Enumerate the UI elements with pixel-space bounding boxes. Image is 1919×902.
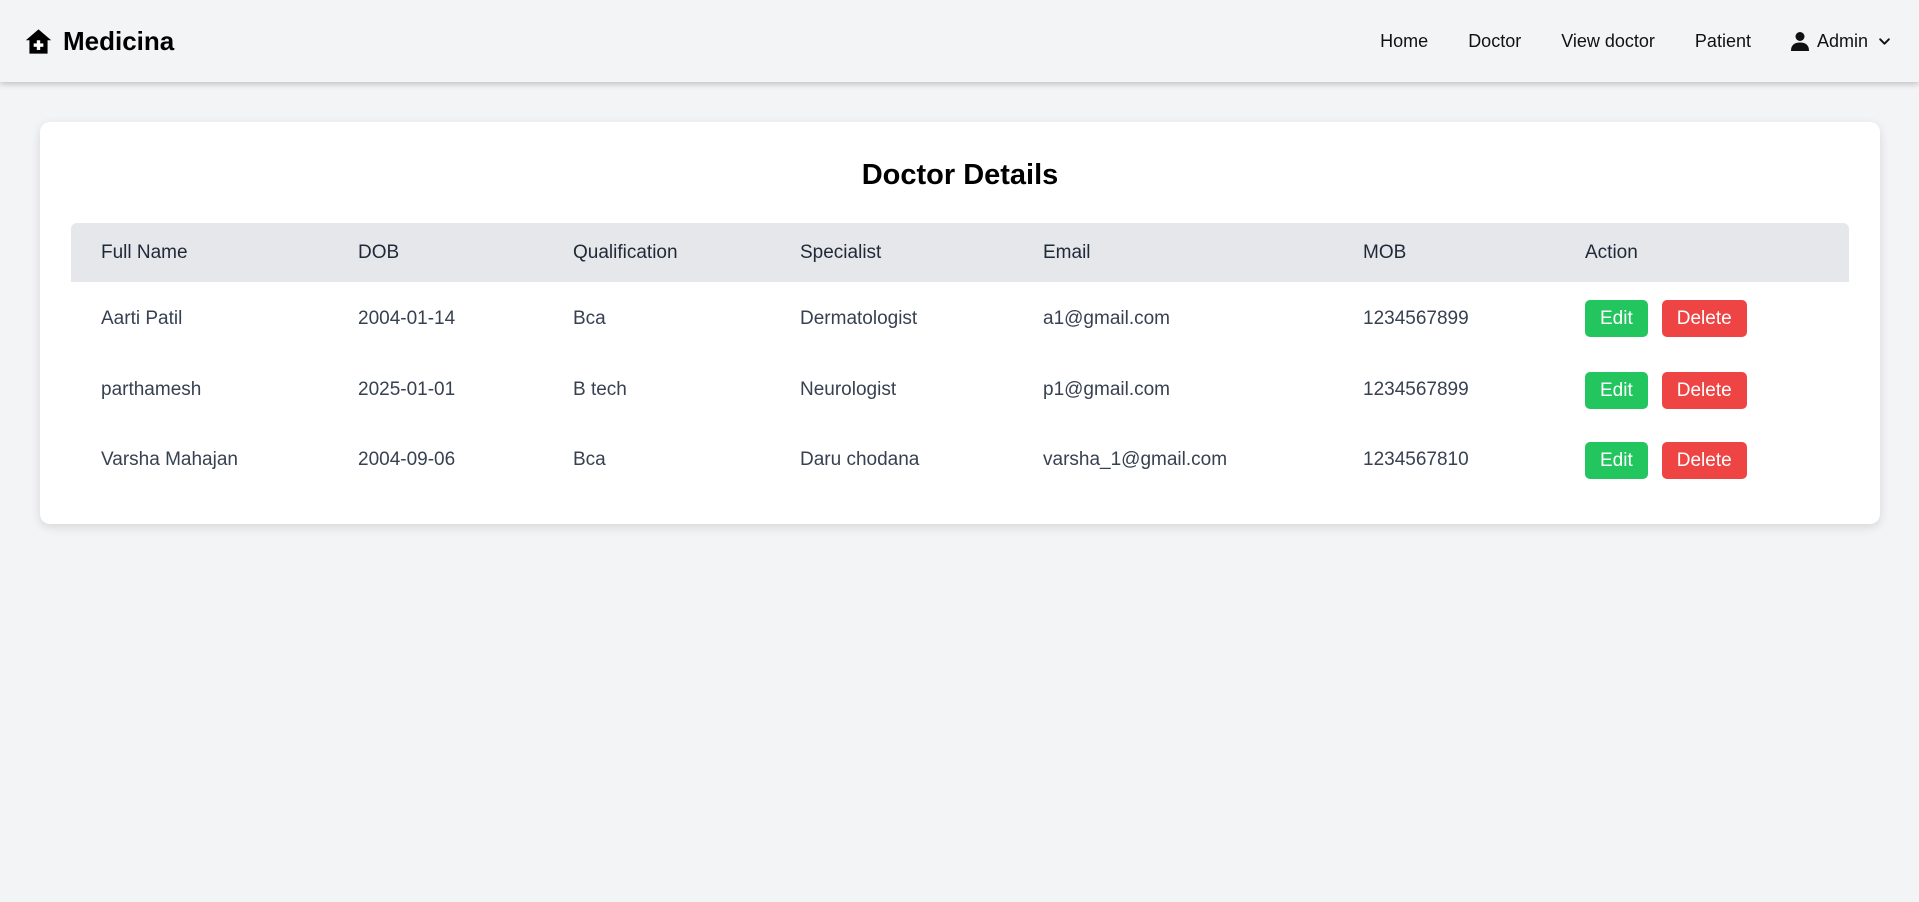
cell-mob: 1234567810 (1363, 449, 1469, 470)
column-header: Qualification (573, 241, 678, 263)
cell-dob: 2004-09-06 (358, 449, 456, 470)
cell-dob: 2025-01-01 (358, 379, 456, 400)
nav-view-doctor-link[interactable]: View doctor (1561, 31, 1655, 52)
column-header: Action (1585, 241, 1638, 263)
table-row: Aarti Patil 2004-01-14 Bca Dermatologist… (71, 282, 1849, 355)
cell-email: a1@gmail.com (1043, 307, 1170, 329)
nav-home-link[interactable]: Home (1380, 31, 1428, 52)
cell-actions: Edit Delete (1555, 355, 1849, 425)
cell-full-name: parthamesh (101, 379, 202, 400)
admin-label: Admin (1816, 30, 1868, 51)
nav-doctor-link[interactable]: Doctor (1468, 31, 1521, 52)
nav-links: Home Doctor View doctor Patient Admin (1380, 31, 1891, 52)
chevron-down-icon (1878, 35, 1891, 48)
column-header: DOB (358, 241, 400, 263)
cell-mob: 1234567899 (1363, 307, 1469, 329)
brand-name: Medicina (63, 25, 175, 56)
column-header: Full Name (101, 241, 188, 263)
cell-mob: 1234567899 (1363, 379, 1469, 400)
page-title: Doctor Details (861, 159, 1059, 191)
cell-specialist: Neurologist (800, 379, 897, 400)
doctor-table: Full Name DOB Qualification Specialist E… (71, 223, 1849, 495)
column-header: MOB (1363, 241, 1407, 263)
doctor-details-card: Doctor Details Full Name DOB Qualificati… (40, 122, 1880, 524)
table-row: Varsha Mahajan 2004-09-06 Bca Daru choda… (71, 425, 1849, 495)
user-icon (1790, 31, 1809, 51)
cell-qualification: Bca (573, 449, 606, 470)
admin-dropdown[interactable]: Admin (1790, 30, 1891, 52)
edit-button[interactable]: Edit (1585, 300, 1648, 337)
edit-button[interactable]: Edit (1585, 441, 1648, 479)
cell-specialist: Dermatologist (800, 307, 918, 329)
cell-dob: 2004-01-14 (358, 307, 456, 329)
edit-button[interactable]: Edit (1585, 371, 1648, 409)
column-header: Email (1043, 241, 1091, 263)
cell-actions: Edit Delete (1555, 282, 1849, 355)
table-header-row: Full Name DOB Qualification Specialist E… (71, 223, 1849, 282)
home-medical-icon (24, 27, 53, 56)
cell-full-name: Varsha Mahajan (101, 449, 238, 470)
cell-specialist: Daru chodana (800, 449, 920, 470)
delete-button[interactable]: Delete (1661, 371, 1747, 409)
brand-logo-link[interactable]: Medicina (24, 26, 174, 57)
cell-actions: Edit Delete (1555, 425, 1849, 495)
cell-email: p1@gmail.com (1043, 379, 1170, 400)
column-header: Specialist (800, 241, 882, 263)
cell-qualification: B tech (573, 379, 627, 400)
delete-button[interactable]: Delete (1661, 300, 1747, 337)
cell-qualification: Bca (573, 307, 606, 329)
cell-email: varsha_1@gmail.com (1043, 449, 1228, 470)
table-row: parthamesh 2025-01-01 B tech Neurologist… (71, 355, 1849, 425)
cell-full-name: Aarti Patil (101, 307, 183, 329)
nav-patient-link[interactable]: Patient (1695, 31, 1751, 52)
top-navbar: Medicina Home Doctor View doctor Patient… (0, 0, 1919, 82)
delete-button[interactable]: Delete (1661, 441, 1747, 479)
